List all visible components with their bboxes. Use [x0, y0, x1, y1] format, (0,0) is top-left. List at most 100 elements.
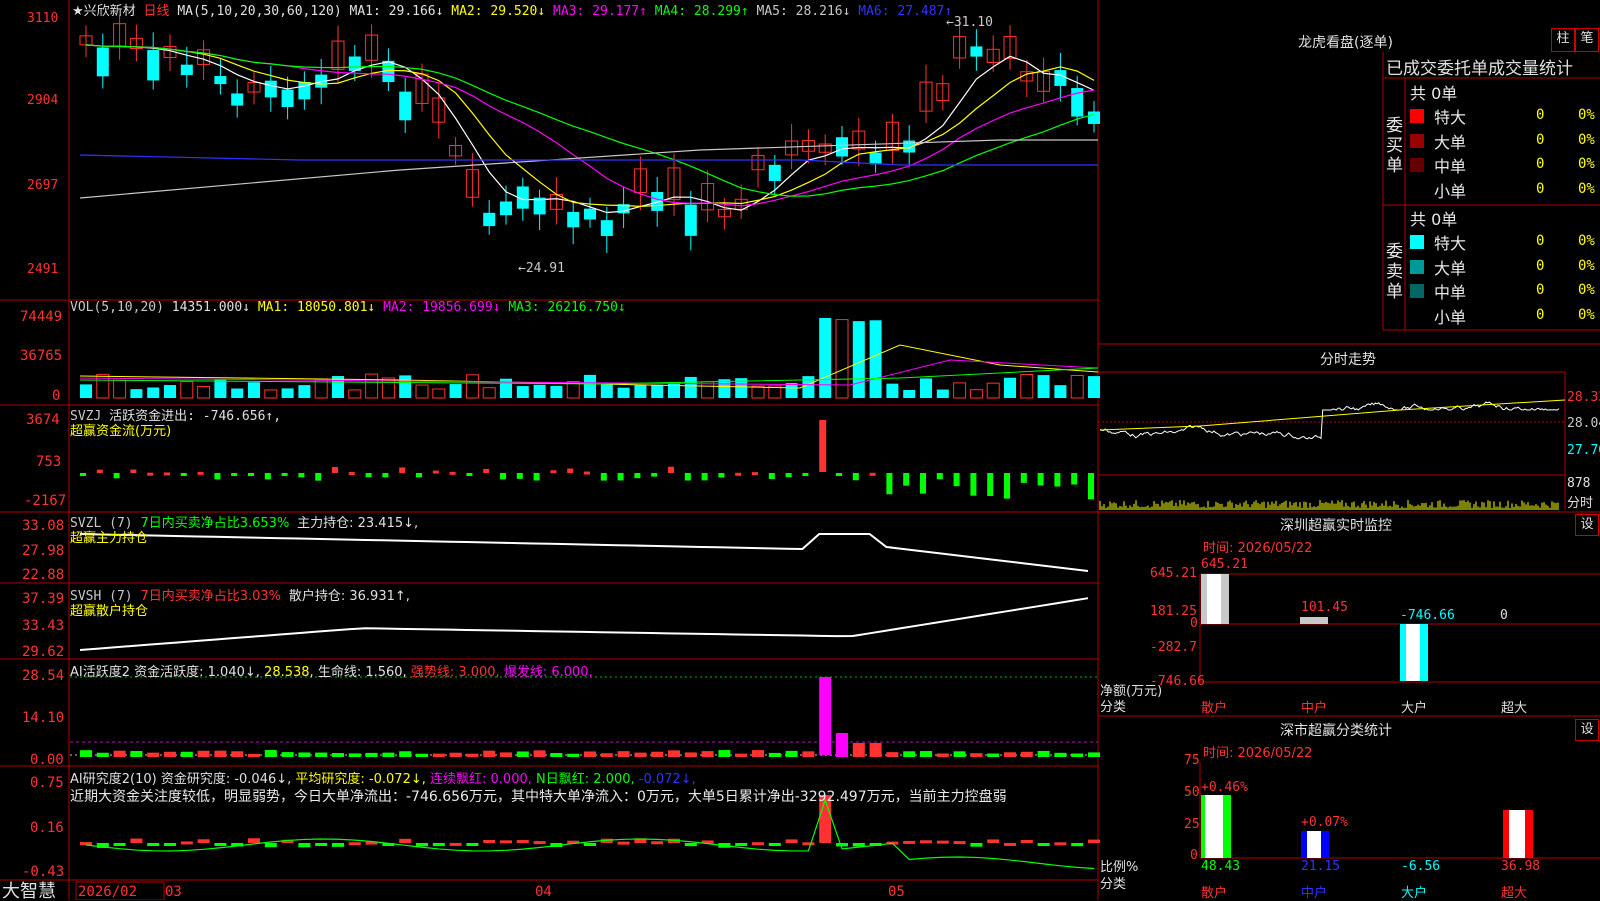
- svzj-bar: [449, 471, 456, 475]
- volume-bar: [920, 378, 932, 398]
- ai1-bar: [668, 750, 680, 757]
- brand-label: 大智慧: [2, 881, 56, 900]
- ai2-bar: [1088, 839, 1100, 843]
- candle-body: [768, 164, 781, 181]
- ai1-bar: [500, 752, 512, 757]
- svzj-bar: [382, 473, 389, 478]
- ai1-bar: [903, 751, 916, 757]
- ai2-bar: [197, 839, 210, 843]
- ai2-bar: [483, 839, 496, 843]
- ai1-bar: [1004, 752, 1016, 757]
- volume-bar: [1020, 374, 1034, 399]
- ai1-bar: [214, 750, 227, 757]
- ai2-bar: [768, 843, 781, 846]
- ai1-bar: [735, 753, 748, 757]
- ai1-burst: 爆发线: 6.000,: [503, 665, 593, 680]
- volume-bar: [281, 388, 294, 398]
- volume-bar: [1070, 375, 1084, 399]
- svzj-bar: [231, 473, 238, 476]
- ai2-bar: [180, 841, 193, 845]
- intraday-chart: [1098, 371, 1566, 510]
- svzj-bar: [332, 467, 338, 473]
- period-label[interactable]: 日线: [143, 4, 169, 19]
- volume-bar: [465, 374, 479, 399]
- class-time: 时间: 2026/05/22: [1203, 746, 1313, 761]
- ai1-bar: [886, 752, 899, 757]
- svzj-bar: [180, 473, 187, 476]
- class-axis-label: 0: [1190, 848, 1198, 863]
- volume-bar: [600, 384, 613, 398]
- candle-body: [180, 64, 193, 76]
- ai2-bar: [147, 843, 160, 846]
- price-axis-label: 2491: [27, 262, 58, 277]
- svzl-axis-label: 22.88: [22, 567, 64, 583]
- order-size-swatch: [1410, 235, 1424, 249]
- svzj-bar: [735, 472, 742, 476]
- svzj-bar: [970, 473, 977, 496]
- order-size-name: 中单: [1434, 283, 1467, 302]
- svsh-sub: 超赢散户持仓: [70, 604, 149, 619]
- vol-ma1: MA1: 18050.801↓: [257, 300, 376, 315]
- svzj-axis-label: 753: [36, 454, 61, 470]
- volume-bar: [130, 389, 143, 398]
- class-top-value: +0.07%: [1301, 815, 1348, 830]
- ai1-bar: [1071, 753, 1084, 757]
- ai2-bar: [920, 840, 932, 844]
- price-axis: 3110 2904 2697 2491: [27, 11, 58, 277]
- candle-body: [147, 50, 160, 81]
- svzj-bar: [500, 473, 506, 480]
- order-percent: 0%: [1578, 131, 1595, 148]
- monitor-settings-button[interactable]: 设: [1575, 514, 1599, 536]
- ai2-bar: [500, 840, 512, 844]
- svzj-bar: [348, 471, 355, 475]
- ai2-bar: [533, 841, 546, 845]
- svsh-line: [79, 597, 1089, 651]
- monitor-value: 0: [1500, 608, 1508, 623]
- ai1-bar: [920, 751, 932, 757]
- ai1-strong: 强势线: 3.000,: [410, 665, 500, 680]
- bar-mode-button[interactable]: 柱: [1551, 28, 1575, 52]
- svzj-bar: [113, 473, 120, 479]
- order-percent: 0%: [1578, 107, 1595, 123]
- ai1-life: 生命线: 1.560,: [317, 665, 407, 680]
- svsh-axis-label: 29.62: [22, 644, 64, 660]
- cat-label: 分类: [1100, 700, 1127, 715]
- class-value: 48.43: [1201, 859, 1241, 874]
- intraday-axis-label: 27.76: [1567, 443, 1600, 458]
- svzj-bar: [617, 473, 624, 481]
- stock-name[interactable]: ★兴欣新材: [72, 4, 136, 19]
- ai1-bar: [617, 751, 630, 757]
- vol-value: 14351.000↓: [171, 300, 251, 315]
- volume-bar: [584, 374, 596, 398]
- ai2-bar: [735, 843, 748, 846]
- category-label: 中户: [1301, 701, 1328, 716]
- svzj-bar: [466, 473, 473, 476]
- svsh-hold: 散户持仓: 36.931↑,: [288, 589, 410, 604]
- ai1-bar: [113, 750, 126, 757]
- svzj-bar: [936, 473, 943, 480]
- candle-body: [836, 137, 848, 157]
- order-size-swatch: [1410, 109, 1424, 123]
- class-settings-button[interactable]: 设: [1575, 719, 1599, 741]
- ai2-bar: [836, 843, 848, 847]
- cat-label: 分类: [1100, 877, 1127, 892]
- class-value: 21.15: [1301, 859, 1341, 874]
- svzj-bar: [836, 473, 842, 476]
- ai1-title: AI活跃度2: [70, 665, 130, 680]
- category-label: 散户: [1201, 701, 1228, 716]
- ai1-bar: [953, 751, 966, 757]
- ai2-bar: [852, 843, 865, 847]
- svzj-bar: [987, 473, 994, 496]
- vol-header: VOL(5,10,20) 14351.000↓ MA1: 18050.801↓ …: [70, 300, 626, 315]
- ai1-bar: [180, 751, 193, 757]
- ma1-value: MA1: 29.166↓: [349, 4, 444, 19]
- tick-mode-button[interactable]: 笔: [1575, 28, 1599, 52]
- ai1-bar: [651, 751, 664, 757]
- ai1-bar: [567, 753, 580, 757]
- ai2-bar: [348, 842, 361, 846]
- svzj-bar: [785, 473, 792, 478]
- ma6-value: MA6: 27.487↑: [858, 4, 953, 19]
- svzj-bar: [802, 473, 809, 476]
- order-percent: 0%: [1578, 180, 1595, 197]
- ai2-header: AI研究度2(10) 资金研究度: -0.046↓, 平均研究度: -0.072…: [70, 768, 696, 787]
